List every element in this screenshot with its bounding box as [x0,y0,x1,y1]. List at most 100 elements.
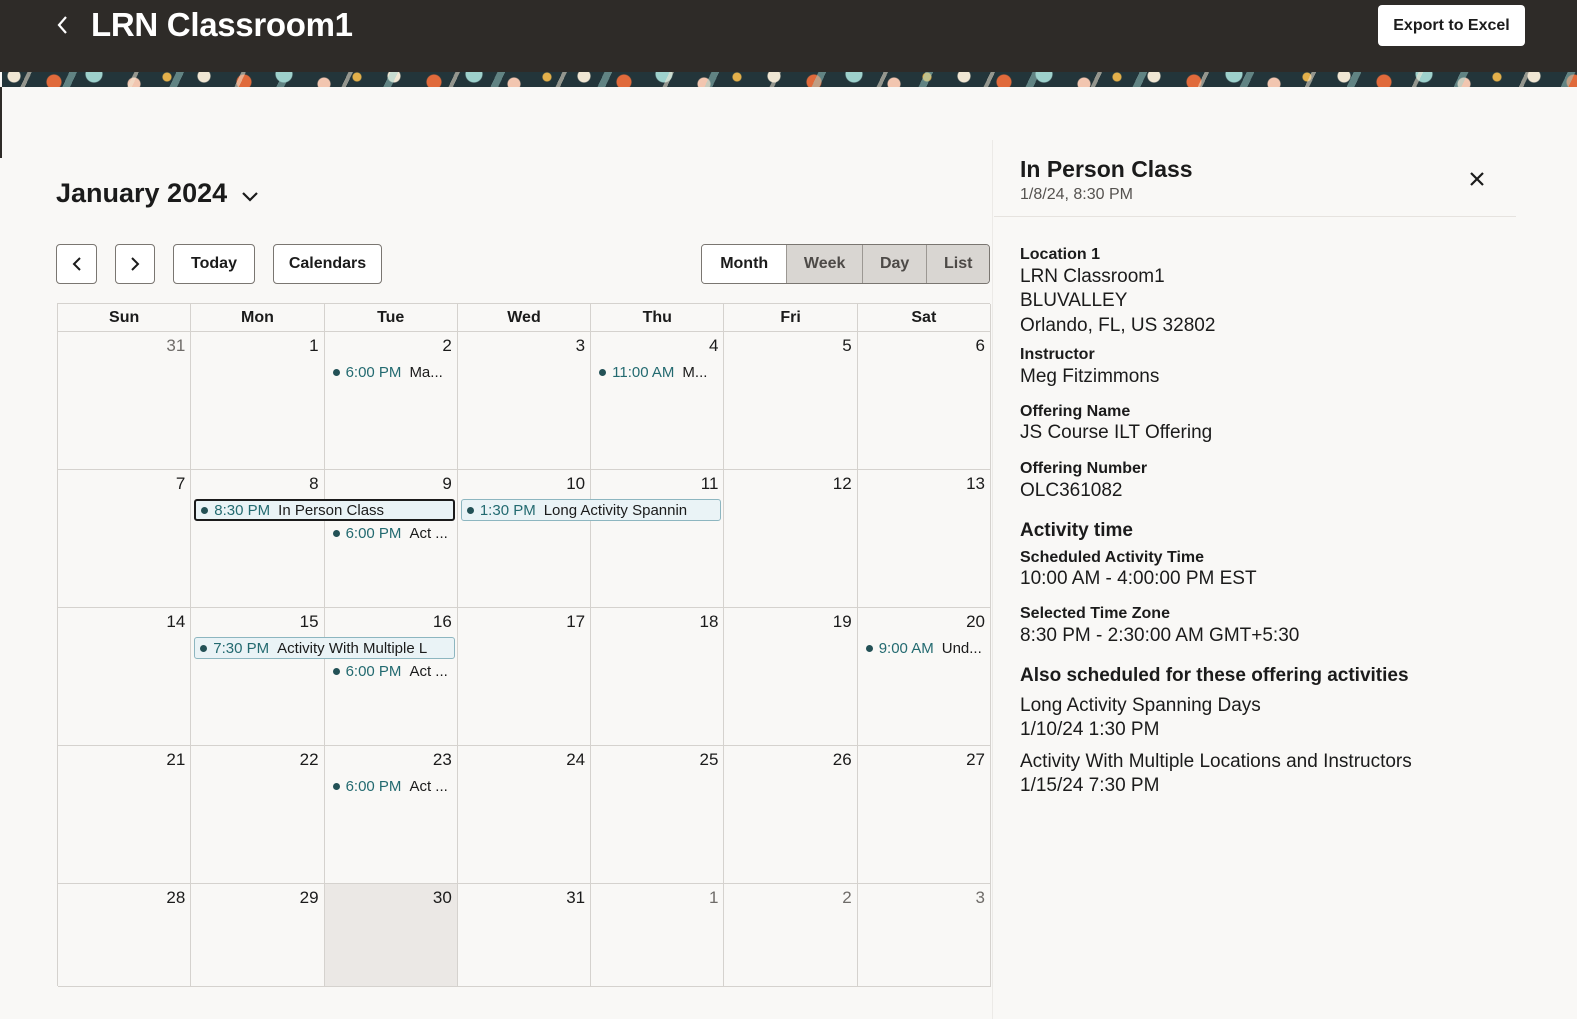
day-number: 31 [166,336,186,355]
calendar-event[interactable]: 8:30 PM In Person Class [194,499,455,521]
day-cell[interactable]: 11 [591,470,725,608]
calendars-button[interactable]: Calendars [273,244,382,284]
day-cell[interactable]: 18 [591,608,725,746]
calendar-event[interactable]: 7:30 PM Activity With Multiple L [194,637,455,659]
event-dot-icon [466,506,474,514]
day-cell[interactable]: 31 [457,884,592,987]
view-day-button[interactable]: Day [861,245,927,283]
day-cell[interactable]: 5 [724,332,858,470]
day-of-week-label: Wed [457,304,592,332]
day-cell[interactable]: 26 [724,746,858,884]
day-number: 11 [700,474,719,493]
previous-month-button[interactable] [56,244,97,284]
day-of-week-label: Fri [724,304,858,332]
chevron-left-icon [57,16,67,34]
day-cell[interactable]: 12 [724,470,858,608]
event-title: In Person Class [278,501,385,519]
view-week-button[interactable]: Week [786,245,862,283]
day-number: 31 [566,888,586,907]
location-site: BLUVALLEY [1020,290,1128,311]
day-of-week-label: Mon [191,304,325,332]
day-cell[interactable]: 24 [457,746,592,884]
event-title: Act ... [409,524,448,542]
day-cell[interactable]: 2 [724,884,858,987]
event-dot-icon [200,644,208,652]
back-button[interactable] [48,10,78,40]
close-icon [1470,172,1484,186]
day-cell[interactable]: 6 [857,332,991,470]
day-cell[interactable]: 17 [457,608,592,746]
day-cell[interactable]: 15 [191,608,325,746]
calendar-event[interactable]: 11:00 AM M... [599,361,720,383]
page-title: LRN Classroom1 [91,6,353,43]
day-cell[interactable]: 14 [58,608,192,746]
day-cell[interactable]: 3 [457,332,592,470]
event-time: 7:30 PM [213,639,270,657]
scheduled-time-value: 10:00 AM - 4:00:00 PM EST [1020,568,1257,589]
day-cell[interactable]: 1 [591,884,725,987]
next-month-button[interactable] [115,244,155,284]
event-title: Ma... [409,363,443,381]
calendar-event[interactable]: 6:00 PM Act ... [332,660,454,682]
timezone-label: Selected Time Zone [1020,605,1170,622]
activity-time-heading: Activity time [1020,520,1133,541]
day-number: 25 [699,750,719,769]
day-cell[interactable]: 7 [58,470,192,608]
day-of-week-label: Sat [857,304,991,332]
day-cell[interactable]: 27 [857,746,991,884]
event-dot-icon [332,368,340,376]
detail-title: In Person Class [1020,156,1193,182]
day-cell[interactable]: 10 [457,470,592,608]
day-number: 22 [299,750,319,769]
calendar-event[interactable]: 6:00 PM Ma... [332,361,454,383]
chevron-right-icon [131,257,140,271]
day-cell[interactable]: 25 [591,746,725,884]
event-time: 1:30 PM [479,501,536,519]
day-cell[interactable]: 30 [324,884,458,987]
offering-number-label: Offering Number [1020,460,1148,477]
calendar-event[interactable]: 6:00 PM Act ... [332,522,454,544]
day-cell[interactable]: 28 [58,884,192,987]
day-number: 14 [166,612,186,631]
day-cell[interactable]: 31 [58,332,192,470]
day-number: 26 [832,750,852,769]
day-cell[interactable]: 3 [857,884,991,987]
close-detail-button[interactable] [1463,165,1491,193]
event-title: Long Activity Spannin [543,501,688,519]
day-cell[interactable]: 23 [324,746,458,884]
also-activity-name: Long Activity Spanning Days [1020,695,1261,716]
event-dot-icon [332,529,340,537]
day-cell[interactable]: 21 [58,746,192,884]
day-cell[interactable]: 13 [857,470,991,608]
calendar-event[interactable]: 1:30 PM Long Activity Spannin [460,499,722,521]
day-number: 19 [832,612,852,631]
day-cell[interactable]: 19 [724,608,858,746]
event-time: 11:00 AM [612,363,675,381]
timezone-value: 8:30 PM - 2:30:00 AM GMT+5:30 [1020,625,1300,646]
location-label: Location 1 [1020,246,1101,263]
day-cell[interactable]: 20 [857,608,991,746]
export-to-excel-button[interactable]: Export to Excel [1378,5,1525,46]
event-dot-icon [332,667,340,675]
event-time: 9:00 AM [878,639,934,657]
day-number: 21 [166,750,186,769]
day-cell[interactable]: 8 [191,470,325,608]
day-cell[interactable]: 1 [191,332,325,470]
day-number: 24 [566,750,586,769]
view-month-button[interactable]: Month [702,245,787,283]
day-number: 1 [309,336,319,355]
month-label: January 2024 [56,178,228,208]
view-list-button[interactable]: List [926,245,989,283]
day-cell[interactable]: 22 [191,746,325,884]
event-time: 6:00 PM [345,662,402,680]
day-number: 5 [842,336,852,355]
day-number: 2 [442,336,452,355]
today-button[interactable]: Today [173,244,255,284]
day-cell[interactable]: 4 [591,332,725,470]
day-cell[interactable]: 29 [191,884,325,987]
month-selector[interactable]: January 2024 [56,178,259,209]
calendar-event[interactable]: 6:00 PM Act ... [332,775,454,797]
day-cell[interactable]: 2 [324,332,458,470]
day-number: 3 [975,888,985,907]
calendar-event[interactable]: 9:00 AM Und... [865,637,987,659]
